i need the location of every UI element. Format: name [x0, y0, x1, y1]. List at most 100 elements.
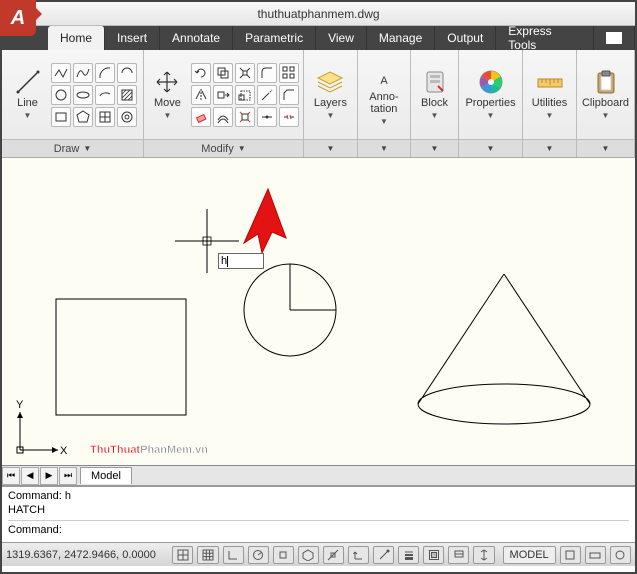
ellipse-button[interactable]: [73, 85, 93, 105]
polar-button[interactable]: [248, 546, 269, 564]
tab-home[interactable]: Home: [48, 26, 105, 50]
extend-button[interactable]: [257, 85, 277, 105]
line-icon: [15, 69, 41, 95]
tab-manage[interactable]: Manage: [367, 26, 435, 50]
offset-button[interactable]: [213, 107, 233, 127]
dyn-button[interactable]: [373, 546, 394, 564]
annotation-button[interactable]: A Anno- tation▼: [363, 61, 404, 128]
clipboard-label: Clipboard: [582, 97, 629, 109]
array-button[interactable]: [279, 63, 299, 83]
point-button[interactable]: [95, 107, 115, 127]
3dosnap-button[interactable]: [298, 546, 319, 564]
tab-annotate[interactable]: Annotate: [160, 26, 233, 50]
ribbon: Line ▼ Draw▼ Mov: [2, 50, 635, 158]
svg-text:X: X: [60, 445, 68, 457]
layers-label: Layers: [314, 97, 347, 109]
ribbon-tabs: Home Insert Annotate Parametric View Man…: [2, 26, 635, 50]
panel-layers: Layers▼ ▼: [304, 50, 358, 157]
line-label: Line: [17, 97, 38, 109]
panel-layers-expand[interactable]: ▼: [304, 139, 357, 157]
tab-nav-prev[interactable]: ◀: [21, 467, 39, 485]
chevron-down-icon: ▼: [164, 111, 172, 120]
ellipse-arc-button[interactable]: [95, 85, 115, 105]
qp-button[interactable]: [448, 546, 469, 564]
fillet-button[interactable]: [257, 63, 277, 83]
status-extra-1[interactable]: [560, 546, 581, 564]
model-tab[interactable]: Model: [80, 467, 132, 484]
join-button[interactable]: [257, 107, 277, 127]
panel-clipboard-expand[interactable]: ▼: [577, 139, 634, 157]
lwt-button[interactable]: [398, 546, 419, 564]
svg-text:A: A: [380, 75, 388, 87]
layers-button[interactable]: Layers▼: [308, 67, 353, 122]
status-bar: 1319.6367, 2472.9466, 0.0000 MODEL: [2, 542, 635, 566]
polyline-button[interactable]: [51, 63, 71, 83]
tab-express-tools[interactable]: Express Tools: [496, 26, 594, 50]
app-menu-button[interactable]: A: [0, 0, 36, 36]
tab-parametric[interactable]: Parametric: [233, 26, 316, 50]
grid-button[interactable]: [197, 546, 218, 564]
cmd-prompt: Command:: [8, 523, 629, 537]
osnap-button[interactable]: [273, 546, 294, 564]
rectangle-button[interactable]: [51, 107, 71, 127]
polygon-button[interactable]: [73, 107, 93, 127]
mirror-button[interactable]: [191, 85, 211, 105]
break-button[interactable]: [279, 107, 299, 127]
panel-utilities-expand[interactable]: ▼: [523, 139, 576, 157]
status-extra-3[interactable]: [610, 546, 631, 564]
donut-button[interactable]: [117, 107, 137, 127]
copy-button[interactable]: [213, 63, 233, 83]
arc2-button[interactable]: [117, 63, 137, 83]
clipboard-button[interactable]: Clipboard▼: [576, 67, 635, 122]
dynamic-input[interactable]: h: [218, 253, 264, 269]
shape-circle: [244, 264, 336, 356]
snap-button[interactable]: [172, 546, 193, 564]
panel-draw-title[interactable]: Draw▼: [2, 139, 143, 157]
block-label: Block: [421, 97, 448, 109]
document-title: thuthuatphanmem.dwg: [257, 7, 379, 21]
watermark: ThuThuatPhanMem.vn: [90, 433, 208, 459]
panel-annotation-expand[interactable]: ▼: [358, 139, 410, 157]
panel-modify-title[interactable]: Modify▼: [144, 139, 303, 157]
scale-button[interactable]: [235, 85, 255, 105]
line-button[interactable]: Line ▼: [9, 67, 47, 122]
spline-button[interactable]: [73, 63, 93, 83]
arc-button[interactable]: [95, 63, 115, 83]
hatch-button[interactable]: [117, 85, 137, 105]
chamfer-button[interactable]: [279, 85, 299, 105]
tab-view[interactable]: View: [316, 26, 367, 50]
tab-output[interactable]: Output: [435, 26, 496, 50]
utilities-button[interactable]: Utilities▼: [526, 67, 573, 122]
tab-nav-first[interactable]: ⏮: [2, 467, 20, 485]
tab-insert[interactable]: Insert: [105, 26, 160, 50]
otrack-button[interactable]: [323, 546, 344, 564]
panel-properties: Properties▼ ▼: [459, 50, 523, 157]
block-button[interactable]: Block▼: [415, 67, 455, 122]
tab-email[interactable]: [594, 26, 635, 50]
panel-block-expand[interactable]: ▼: [411, 139, 458, 157]
trim-button[interactable]: [235, 63, 255, 83]
properties-button[interactable]: Properties▼: [459, 67, 521, 122]
command-line[interactable]: Command: h HATCH Command:: [2, 486, 635, 542]
pointer-arrow-icon: [244, 189, 286, 253]
ortho-button[interactable]: [223, 546, 244, 564]
stretch-button[interactable]: [213, 85, 233, 105]
properties-label: Properties: [465, 97, 515, 109]
rotate-button[interactable]: [191, 63, 211, 83]
explode-button[interactable]: [235, 107, 255, 127]
circle-button[interactable]: [51, 85, 71, 105]
ducs-button[interactable]: [348, 546, 369, 564]
tab-nav-last[interactable]: ⏭: [59, 467, 77, 485]
tab-nav-next[interactable]: ▶: [40, 467, 58, 485]
move-button[interactable]: Move ▼: [148, 67, 187, 122]
erase-button[interactable]: [191, 107, 211, 127]
modelspace-button[interactable]: MODEL: [503, 546, 556, 564]
panel-properties-expand[interactable]: ▼: [459, 139, 522, 157]
status-extra-2[interactable]: [585, 546, 606, 564]
tpy-button[interactable]: [423, 546, 444, 564]
coordinates-readout: 1319.6367, 2472.9466, 0.0000: [6, 549, 168, 561]
text-icon: A: [370, 63, 398, 89]
move-label: Move: [154, 97, 181, 109]
sc-button[interactable]: [473, 546, 494, 564]
drawing-canvas[interactable]: X Y h ThuThuatPhanMem.vn: [2, 158, 635, 466]
